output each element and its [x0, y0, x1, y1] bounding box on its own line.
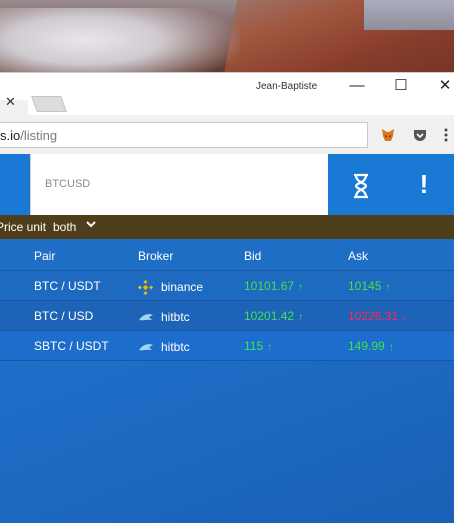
pair-cell: BTC / USDT — [34, 279, 101, 293]
binance-icon — [137, 279, 154, 296]
tab-close-icon[interactable]: ✕ — [5, 94, 16, 110]
url-path: /listing — [20, 128, 58, 143]
bid-cell: 10101.67 ↑ — [244, 279, 303, 293]
arrow-up-icon: ↑ — [388, 342, 394, 353]
table-header: Pair Broker Bid Ask — [0, 239, 454, 271]
hourglass-button[interactable] — [330, 154, 392, 215]
arrow-up-icon: ↑ — [298, 282, 304, 293]
arrow-up-icon: ↑ — [298, 312, 304, 323]
bid-cell: 115 ↑ — [244, 339, 272, 353]
bid-value: 115 — [244, 339, 264, 353]
hitbtc-icon — [138, 309, 154, 325]
pocket-icon[interactable] — [412, 127, 428, 143]
search-input[interactable]: BTCUSD — [30, 154, 328, 215]
pair-cell: SBTC / USDT — [34, 339, 109, 353]
ask-cell: 10145 ↑ — [348, 279, 390, 293]
broker-cell: hitbtc — [138, 309, 190, 325]
header-broker[interactable]: Broker — [138, 249, 173, 263]
broker-name: hitbtc — [161, 310, 190, 324]
broker-name: hitbtc — [161, 340, 190, 354]
hitbtc-icon — [138, 339, 154, 355]
header-bid[interactable]: Bid — [244, 249, 261, 263]
browser-window: Jean-Baptiste — ☐ ✕ ✕ s.io/listing — [0, 72, 454, 155]
price-unit-bar: Price unit both — [0, 215, 454, 239]
menu-icon[interactable] — [438, 127, 454, 143]
search-value: BTCUSD — [45, 178, 91, 190]
chevron-down-icon[interactable] — [85, 217, 97, 234]
wallpaper-snow — [0, 8, 240, 72]
ask-value: 10145 — [348, 279, 382, 293]
title-bar: Jean-Baptiste — ☐ ✕ — [0, 73, 454, 100]
price-unit-select[interactable]: both — [53, 220, 76, 234]
ask-cell: 10226.31 ↓ — [348, 309, 407, 323]
alert-button[interactable]: ! — [394, 154, 454, 215]
arrow-up-icon: ↑ — [385, 282, 391, 293]
table-row[interactable]: BTC / USD hitbtc 10201.42 ↑ 10226.31 ↓ — [0, 301, 454, 331]
header-ask[interactable]: Ask — [348, 249, 368, 263]
quotes-table: Pair Broker Bid Ask BTC / USDT binance 1… — [0, 239, 454, 361]
table-row[interactable]: BTC / USDT binance 10101.67 ↑ 10145 ↑ — [0, 271, 454, 301]
broker-cell: hitbtc — [138, 339, 190, 355]
address-bar[interactable]: s.io/listing — [0, 122, 368, 148]
header-pair[interactable]: Pair — [34, 249, 55, 263]
broker-cell: binance — [137, 279, 204, 296]
broker-name: binance — [161, 280, 204, 294]
ask-value: 149.99 — [348, 339, 385, 353]
minimize-button[interactable]: — — [346, 77, 368, 95]
arrow-down-icon: ↓ — [402, 312, 408, 323]
price-unit-label: Price unit — [0, 220, 47, 234]
table-row[interactable]: SBTC / USDT hitbtc 115 ↑ 149.99 ↑ — [0, 331, 454, 361]
app-content: BTCUSD ! Price unit both Pair Broker Bid… — [0, 154, 454, 523]
url-domain: s.io — [0, 128, 21, 143]
desktop-wallpaper — [0, 0, 454, 72]
address-row: s.io/listing — [0, 115, 454, 155]
bid-value: 10101.67 — [244, 279, 295, 293]
ask-value: 10226.31 — [348, 309, 399, 323]
bid-value: 10201.42 — [244, 309, 295, 323]
close-window-button[interactable]: ✕ — [434, 77, 454, 95]
tab-strip — [0, 100, 454, 115]
search-bar: BTCUSD ! — [0, 154, 454, 215]
url-text: s.io/listing — [0, 128, 57, 143]
arrow-up-icon: ↑ — [267, 342, 273, 353]
ask-cell: 149.99 ↑ — [348, 339, 394, 353]
pair-cell: BTC / USD — [34, 309, 94, 323]
hourglass-icon — [352, 169, 370, 199]
profile-name[interactable]: Jean-Baptiste — [256, 81, 317, 92]
metamask-fox-icon[interactable] — [380, 127, 396, 143]
alert-icon: ! — [419, 169, 429, 199]
wallpaper-sky — [364, 0, 454, 30]
bid-cell: 10201.42 ↑ — [244, 309, 303, 323]
maximize-button[interactable]: ☐ — [390, 77, 412, 95]
new-tab-button[interactable] — [31, 96, 67, 112]
